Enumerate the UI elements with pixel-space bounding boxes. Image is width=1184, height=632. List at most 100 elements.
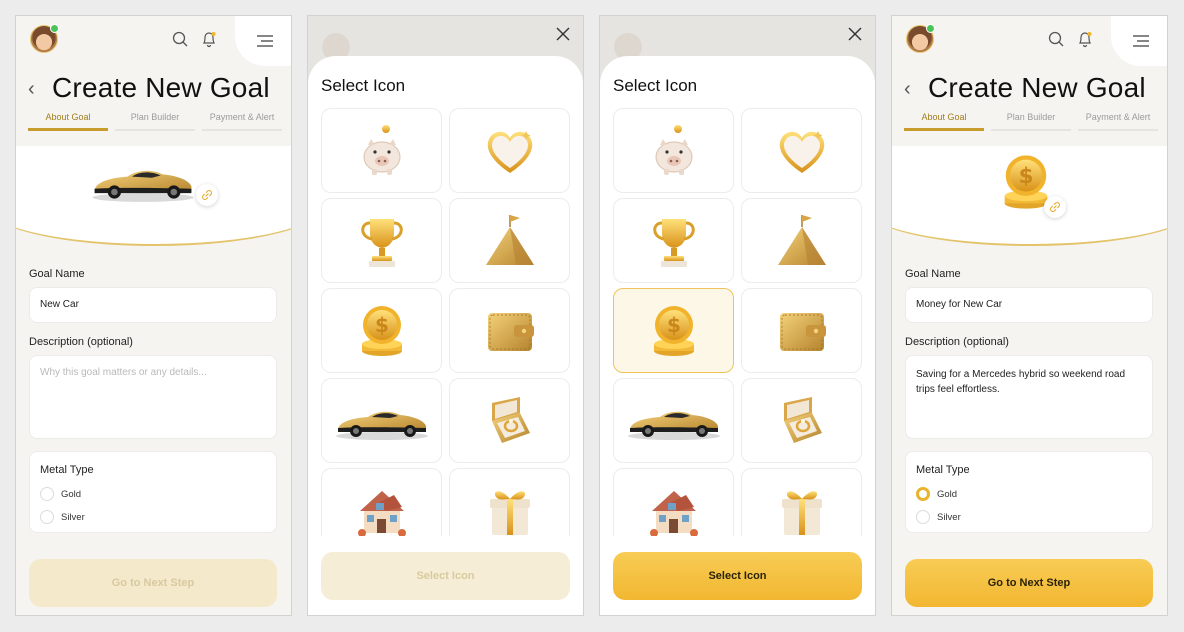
icon-option-mountain[interactable]: [741, 198, 862, 283]
tab-about-goal[interactable]: About Goal: [904, 112, 984, 131]
icon-option-ring[interactable]: [741, 378, 862, 463]
mountain-flag-icon: [480, 211, 540, 271]
tab-bar: About Goal Plan Builder Payment & Alert: [904, 112, 1158, 131]
radio-silver[interactable]: Silver: [916, 510, 961, 524]
radio-gold[interactable]: Gold: [916, 487, 957, 501]
icon-option-wallet[interactable]: [741, 288, 862, 373]
tab-payment-alert[interactable]: Payment & Alert: [202, 112, 282, 131]
radio-circle[interactable]: [40, 487, 54, 501]
screen-select-icon-enabled: Select Icon Select Icon: [599, 15, 876, 616]
change-icon-button[interactable]: [196, 184, 218, 206]
menu-button[interactable]: [235, 16, 291, 66]
wallet-icon: [480, 301, 540, 361]
radio-circle[interactable]: [916, 510, 930, 524]
search-icon[interactable]: [171, 30, 189, 48]
next-step-button[interactable]: Go to Next Step: [905, 559, 1153, 607]
piggy-bank-icon: [644, 121, 704, 181]
icon-grid: [321, 108, 572, 536]
goal-name-label: Goal Name: [905, 268, 961, 280]
house-icon: [644, 481, 704, 537]
menu-button[interactable]: [1111, 16, 1167, 66]
screen-create-goal-filled: ‹ Create New Goal About Goal Plan Builde…: [891, 15, 1168, 616]
back-icon[interactable]: ‹: [904, 78, 911, 101]
icon-option-car[interactable]: [613, 378, 734, 463]
gift-icon: [772, 481, 832, 537]
radio-circle[interactable]: [40, 510, 54, 524]
trophy-icon: [352, 211, 412, 271]
icon-picker-sheet: Select Icon Select Icon: [600, 56, 875, 615]
icon-option-piggy[interactable]: [321, 108, 442, 193]
menu-icon: [257, 35, 273, 47]
sheet-title: Select Icon: [321, 76, 406, 95]
sheet-title: Select Icon: [613, 76, 698, 95]
goal-name-input[interactable]: Money for New Car: [905, 287, 1153, 323]
select-icon-button[interactable]: Select Icon: [321, 552, 570, 600]
icon-grid: [613, 108, 864, 536]
icon-option-heart[interactable]: [449, 108, 570, 193]
radio-label: Silver: [937, 511, 961, 523]
description-input[interactable]: Why this goal matters or any details...: [29, 355, 277, 439]
icon-option-trophy[interactable]: [321, 198, 442, 283]
change-icon-button[interactable]: [1044, 196, 1066, 218]
avatar[interactable]: [30, 24, 59, 53]
metal-type-label: Metal Type: [916, 464, 970, 476]
select-icon-button[interactable]: Select Icon: [613, 552, 862, 600]
coin-icon: [352, 301, 412, 361]
page-title: Create New Goal: [928, 72, 1146, 103]
description-label: Description (optional): [29, 336, 133, 348]
back-icon[interactable]: ‹: [28, 78, 35, 101]
radio-silver[interactable]: Silver: [40, 510, 85, 524]
menu-icon: [1133, 35, 1149, 47]
avatar[interactable]: [906, 24, 935, 53]
bell-icon[interactable]: [200, 30, 218, 48]
icon-option-coin[interactable]: [321, 288, 442, 373]
house-icon: [352, 481, 412, 537]
car-icon: [624, 401, 724, 441]
icon-option-house[interactable]: [613, 468, 734, 536]
car-icon: [332, 401, 432, 441]
piggy-bank-icon: [352, 121, 412, 181]
icon-option-trophy[interactable]: [613, 198, 734, 283]
goal-name-input[interactable]: New Car: [29, 287, 277, 323]
wallet-icon: [772, 301, 832, 361]
radio-circle-selected[interactable]: [916, 487, 930, 501]
icon-option-heart[interactable]: [741, 108, 862, 193]
tab-about-goal[interactable]: About Goal: [28, 112, 108, 131]
icon-option-gift[interactable]: [449, 468, 570, 536]
car-icon[interactable]: [88, 158, 198, 204]
tab-plan-builder[interactable]: Plan Builder: [991, 112, 1071, 131]
close-icon[interactable]: [847, 26, 863, 42]
description-input[interactable]: Saving for a Mercedes hybrid so weekend …: [905, 355, 1153, 439]
tab-plan-builder[interactable]: Plan Builder: [115, 112, 195, 131]
icon-option-wallet[interactable]: [449, 288, 570, 373]
link-icon: [201, 189, 213, 201]
trophy-icon: [644, 211, 704, 271]
ring-box-icon: [480, 391, 540, 451]
goal-name-label: Goal Name: [29, 268, 85, 280]
heart-icon: [772, 121, 832, 181]
search-icon[interactable]: [1047, 30, 1065, 48]
tab-payment-alert[interactable]: Payment & Alert: [1078, 112, 1158, 131]
next-step-button[interactable]: Go to Next Step: [29, 559, 277, 607]
screen-create-goal-empty: ‹ Create New Goal About Goal Plan Builde…: [15, 15, 292, 616]
gift-icon: [480, 481, 540, 537]
close-icon[interactable]: [555, 26, 571, 42]
icon-option-car[interactable]: [321, 378, 442, 463]
ring-box-icon: [772, 391, 832, 451]
page-title: Create New Goal: [52, 72, 270, 103]
icon-option-gift[interactable]: [741, 468, 862, 536]
screen-select-icon-disabled: Select Icon Select Icon: [307, 15, 584, 616]
metal-type-card: Metal Type Gold Silver: [905, 451, 1153, 533]
icon-option-mountain[interactable]: [449, 198, 570, 283]
radio-label: Gold: [61, 488, 82, 500]
bell-icon[interactable]: [1076, 30, 1094, 48]
heart-icon: [480, 121, 540, 181]
radio-gold[interactable]: Gold: [40, 487, 81, 501]
radio-label: Silver: [61, 511, 85, 523]
icon-option-coin-selected[interactable]: [613, 288, 734, 373]
link-icon: [1049, 201, 1061, 213]
icon-option-house[interactable]: [321, 468, 442, 536]
icon-option-piggy[interactable]: [613, 108, 734, 193]
icon-option-ring[interactable]: [449, 378, 570, 463]
description-label: Description (optional): [905, 336, 1009, 348]
